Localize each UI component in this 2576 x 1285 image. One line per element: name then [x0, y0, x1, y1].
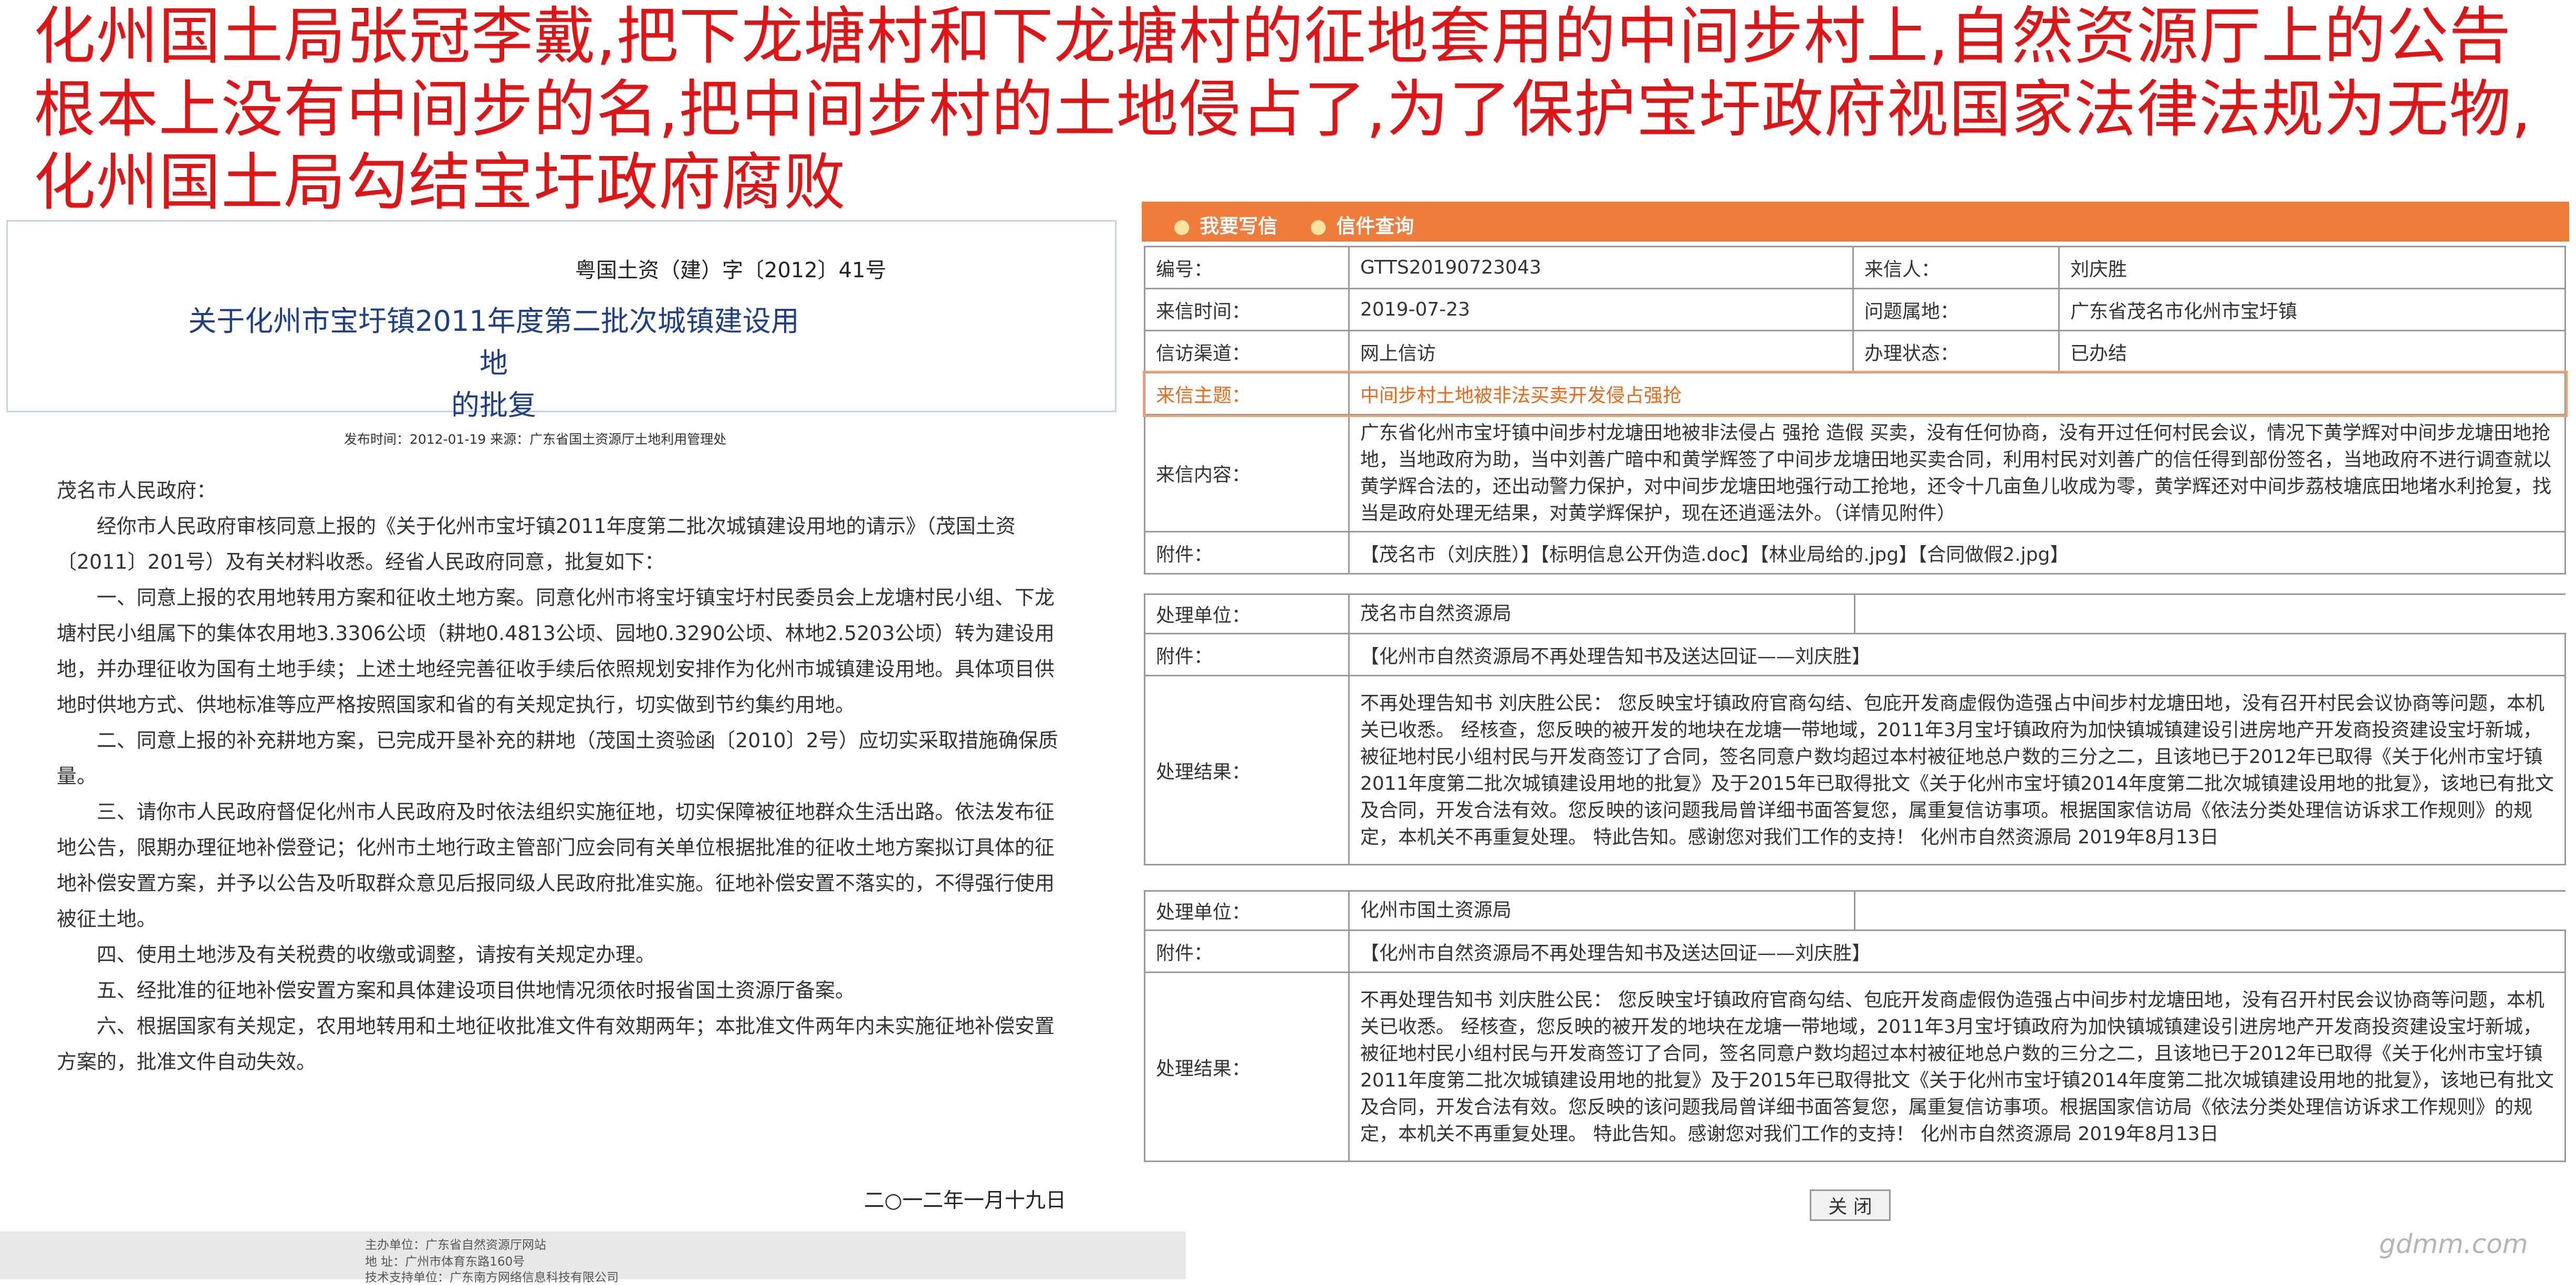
letter-content: 广东省化州市宝圩镇中间步村龙塘田地被非法侵占 强抢 造假 买卖，没有任何协商，没… [1348, 414, 2566, 532]
letter-query-panel: ● 我要写信 ● 信件查询 编号： GTTS20190723043 来信人： 刘庆胜… [1134, 200, 2576, 1277]
letter-number: GTTS20190723043 [1348, 246, 1854, 289]
letter-channel: 网上信访 [1348, 330, 1854, 373]
letter-info-table: 编号： GTTS20190723043 来信人： 刘庆胜 来信时间： 2019-… [1142, 246, 2568, 574]
field-label: 来信时间： [1144, 288, 1350, 331]
site-footer: 主办单位：广东省自然资源厅网站 地 址：广州市体育东路160号 技术支持单位：广… [0, 1231, 1186, 1284]
field-label: 来信主题： [1144, 372, 1350, 415]
table-row: 附件： 【化州市自然资源局不再处理告知书及送达回证——刘庆胜】 [1144, 633, 2566, 676]
field-label: 附件： [1144, 531, 1350, 574]
document-title: 关于化州市宝圩镇2011年度第二批次城镇建设用地 的批复 [186, 300, 801, 426]
document-header: 粤国土资（建）字〔2012〕41号 关于化州市宝圩镇2011年度第二批次城镇建设… [6, 220, 1117, 422]
document-paragraph: 六、根据国家有关规定，农用地转用和土地征收批准文件有效期两年；本批准文件两年内未… [57, 1015, 1055, 1073]
footer-address: 地 址：广州市体育东路160号 [365, 1255, 525, 1269]
issue-location: 广东省茂名市化州市宝圩镇 [2058, 288, 2566, 331]
tab-write-letter[interactable]: ● 我要写信 [1173, 210, 1277, 238]
field-label: 问题属地： [1852, 288, 2060, 331]
letter-subject: 中间步村土地被非法买卖开发侵占强抢 [1348, 372, 2566, 415]
handling-status: 已办结 [2058, 330, 2566, 373]
field-label: 处理结果： [1144, 675, 1350, 865]
field-label: 办理状态： [1852, 330, 2060, 373]
table-row: 附件： 【茂名市（刘庆胜）】【标明信息公开伪造.doc】【林业局给的.jpg】【… [1144, 531, 2566, 574]
document-number: 粤国土资（建）字〔2012〕41号 [575, 258, 887, 283]
subject-row: 来信主题： 中间步村土地被非法买卖开发侵占强抢 [1142, 370, 2568, 417]
field-label: 来信人： [1852, 246, 2060, 289]
document-body: 茂名市人民政府： 经你市人民政府审核同意上报的《关于化州市宝圩镇2011年度第二… [57, 473, 1065, 1080]
result-attachment-link[interactable]: 【化州市自然资源局不再处理告知书及送达回证——刘庆胜】 [1348, 929, 2566, 973]
headline-banner: 化州国土局张冠李戴,把下龙塘村和下龙塘村的征地套用的中间步村上,自然资源厅上的公… [34, 0, 2532, 218]
result-table: 处理单位： 茂名市自然资源局 附件： 【化州市自然资源局不再处理告知书及送达回证… [1144, 593, 2566, 865]
letter-time: 2019-07-23 [1348, 288, 1854, 331]
field-label: 来信内容： [1144, 414, 1350, 532]
tab-bullet-icon: ● [1173, 215, 1191, 237]
field-label: 处理单位： [1144, 593, 1350, 634]
handling-result: 不再处理告知书 刘庆胜公民： 您反映宝圩镇政府官商勾结、包庇开发商虚假伪造强占中… [1348, 971, 2566, 1162]
document-paragraph: 二、同意上报的补充耕地方案，已完成开垦补充的耕地（茂国土资验函〔2010〕2号）… [57, 729, 1058, 788]
footer-host: 主办单位：广东省自然资源厅网站 [365, 1238, 546, 1252]
tab-letter-query[interactable]: ● 信件查询 [1310, 210, 1414, 238]
field-label: 信访渠道： [1144, 330, 1350, 373]
table-row: 处理结果： 不再处理告知书 刘庆胜公民： 您反映宝圩镇政府官商勾结、包庇开发商虚… [1144, 675, 2566, 865]
document-paragraph: 五、经批准的征地补偿安置方案和具体建设项目供地情况须依时报省国土资源厅备案。 [97, 979, 856, 1002]
document-paragraph: 四、使用土地涉及有关税费的收缴或调整，请按有关规定办理。 [97, 943, 656, 966]
site-watermark: gdmm.com [2379, 1229, 2528, 1259]
document-date: 二○一二年一月十九日 [864, 1189, 1067, 1213]
document-title-line1: 关于化州市宝圩镇2011年度第二批次城镇建设用地 [188, 305, 799, 380]
close-button[interactable]: 关 闭 [1810, 1189, 1891, 1221]
field-label: 附件： [1144, 633, 1350, 676]
document-paragraph: 三、请你市人民政府督促化州市人民政府及时依法组织实施征地，切实保障被征地群众生活… [57, 800, 1055, 931]
document-title-line2: 的批复 [451, 389, 536, 422]
document-salutation: 茂名市人民政府： [57, 479, 217, 502]
handling-unit: 化州市国土资源局 [1348, 890, 2565, 931]
letter-tab-bar: ● 我要写信 ● 信件查询 [1142, 202, 2569, 242]
table-row: 处理结果： 不再处理告知书 刘庆胜公民： 您反映宝圩镇政府官商勾结、包庇开发商虚… [1144, 971, 2566, 1162]
attachment-links[interactable]: 【茂名市（刘庆胜）】【标明信息公开伪造.doc】【林业局给的.jpg】【合同做假… [1348, 531, 2566, 574]
document-meta: 发布时间：2012-01-19 来源：广东省国土资源厅土地利用管理处 [344, 432, 727, 447]
field-label: 处理单位： [1144, 890, 1350, 931]
approval-document: 粤国土资（建）字〔2012〕41号 关于化州市宝圩镇2011年度第二批次城镇建设… [0, 213, 1186, 1284]
handling-unit: 茂名市自然资源局 [1348, 593, 2565, 634]
footer-tech-support: 技术支持单位：广东南方网络信息科技有限公司 [365, 1271, 619, 1284]
field-label: 附件： [1144, 929, 1350, 973]
table-row: 来信时间： 2019-07-23 问题属地： 广东省茂名市化州市宝圩镇 [1144, 288, 2566, 331]
field-label: 处理结果： [1144, 971, 1350, 1162]
tab-bullet-icon: ● [1310, 215, 1327, 237]
field-label: 编号： [1144, 246, 1350, 289]
sender-name: 刘庆胜 [2058, 246, 2566, 289]
result-attachment-link[interactable]: 【化州市自然资源局不再处理告知书及送达回证——刘庆胜】 [1348, 633, 2566, 676]
table-row: 来信内容： 广东省化州市宝圩镇中间步村龙塘田地被非法侵占 强抢 造假 买卖，没有… [1144, 414, 2566, 532]
result-table: 处理单位： 化州市国土资源局 附件： 【化州市自然资源局不再处理告知书及送达回证… [1144, 890, 2566, 1162]
table-row: 处理单位： 化州市国土资源局 [1144, 890, 2565, 931]
document-paragraph: 一、同意上报的农用地转用方案和征收土地方案。同意化州市将宝圩镇宝圩村民委员会上龙… [57, 586, 1055, 716]
table-row: 附件： 【化州市自然资源局不再处理告知书及送达回证——刘庆胜】 [1144, 929, 2566, 973]
table-row: 信访渠道： 网上信访 办理状态： 已办结 [1144, 330, 2566, 373]
table-row: 编号： GTTS20190723043 来信人： 刘庆胜 [1144, 246, 2566, 289]
document-paragraph: 经你市人民政府审核同意上报的《关于化州市宝圩镇2011年度第二批次城镇建设用地的… [57, 515, 1016, 573]
handling-result: 不再处理告知书 刘庆胜公民： 您反映宝圩镇政府官商勾结、包庇开发商虚假伪造强占中… [1348, 675, 2566, 865]
table-row: 处理单位： 茂名市自然资源局 [1144, 593, 2565, 634]
